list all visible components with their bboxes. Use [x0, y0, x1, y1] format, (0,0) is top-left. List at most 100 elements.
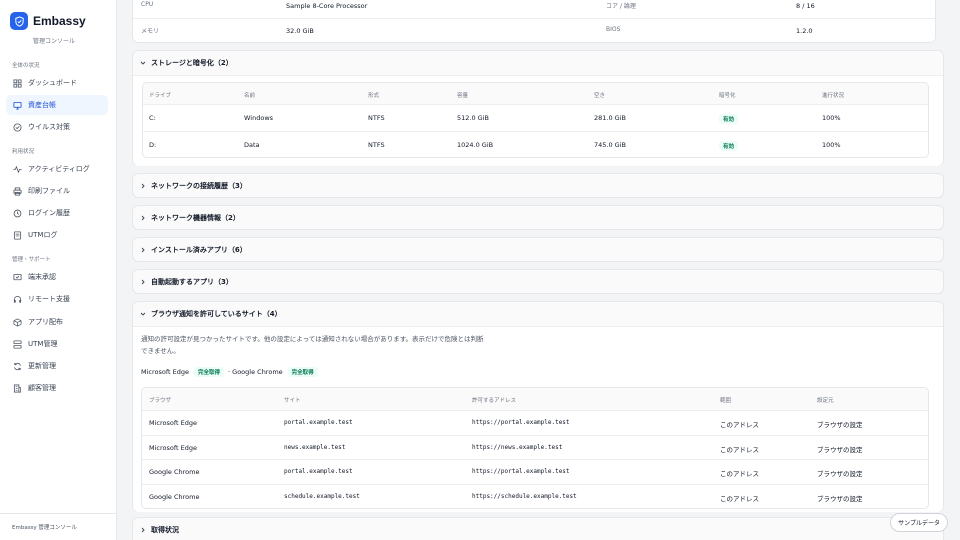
sidebar-item-label: 顧客管理: [28, 384, 56, 392]
sidebar-item-customer-management[interactable]: 顧客管理: [6, 378, 108, 398]
sidebar-item-update-management[interactable]: 更新管理: [6, 356, 108, 376]
sidebar-item-antivirus[interactable]: ウイルス対策: [6, 117, 108, 137]
network-history-header[interactable]: ネットワークの接続履歴（3）: [133, 174, 943, 198]
sidebar-item-dashboard[interactable]: ダッシュボード: [6, 73, 108, 93]
sidebar-item-app-distribution[interactable]: アプリ配布: [6, 312, 108, 332]
chevron-right-icon: [139, 278, 147, 286]
sidebar-item-label: ウイルス対策: [28, 123, 70, 131]
building-icon: [13, 383, 22, 393]
table-row[interactable]: Google Chrome schedule.example.test http…: [142, 485, 928, 508]
sidebar-item-login-history[interactable]: ログイン履歴: [6, 203, 108, 223]
startup-apps-header[interactable]: 自動起動するアプリ（3）: [133, 270, 943, 294]
network-devices-section[interactable]: ネットワーク機器情報（2）: [132, 205, 944, 230]
table-row[interactable]: Microsoft Edge portal.example.test https…: [142, 411, 928, 436]
chevron-down-icon: [139, 310, 147, 318]
startup-apps-section[interactable]: 自動起動するアプリ（3）: [132, 269, 944, 294]
address-cell: https://portal.example.test: [472, 468, 570, 475]
monitor-icon: [13, 101, 22, 110]
col-address: 許可するアドレス: [472, 398, 517, 404]
col-capacity: 容量: [457, 93, 469, 99]
browser-cell: Google Chrome: [149, 468, 200, 476]
storage-table: ドライブ 名前 形式 容量 空き 暗号化 進行状況 C: Windows NTF…: [142, 82, 929, 158]
network-devices-title: ネットワーク機器情報（2）: [151, 214, 240, 222]
scope-cell: このアドレス: [720, 470, 759, 478]
sidebar-item-label: 印刷ファイル: [28, 187, 70, 195]
notification-sites-table: ブラウザ サイト 許可するアドレス 範囲 設定元 Microsoft Edge …: [141, 387, 929, 509]
network-icon: [13, 339, 22, 349]
activity-icon: [13, 165, 22, 174]
sidebar-item-label: 端末承認: [28, 273, 56, 281]
chevron-right-icon: [139, 182, 147, 190]
file-icon: [13, 230, 22, 240]
sidebar-item-remote-support[interactable]: リモート支援: [6, 289, 108, 309]
cores-value: 8 / 16: [796, 2, 815, 10]
network-history-section[interactable]: ネットワークの接続履歴（3）: [132, 173, 944, 198]
table-row[interactable]: D: Data NTFS 1024.0 GiB 745.0 GiB 有効 100…: [143, 132, 928, 157]
sidebar-item-label: アプリ配布: [28, 318, 63, 326]
acquisition-header[interactable]: 取得状況: [133, 518, 943, 540]
table-row[interactable]: Microsoft Edge news.example.test https:/…: [142, 436, 928, 460]
system-row: メモリ 32.0 GiB BIOS 1.2.0: [133, 19, 935, 43]
cores-label: コア / 論理: [606, 3, 636, 10]
brand-subtitle: 管理コンソール: [33, 38, 76, 45]
site-cell: schedule.example.test: [284, 493, 360, 500]
cpu-value: Sample 8-Core Processor: [286, 2, 368, 10]
drive-cell: C:: [149, 114, 156, 122]
capacity-cell: 512.0 GiB: [457, 114, 489, 122]
installed-apps-header[interactable]: インストール済みアプリ（6）: [133, 238, 943, 262]
nav-section-overview: 全体の状況: [12, 63, 40, 69]
col-drive: ドライブ: [149, 93, 172, 99]
brand-name: Embassy: [33, 14, 86, 28]
source-cell: ブラウザの設定: [817, 421, 863, 429]
browser-cell: Microsoft Edge: [149, 444, 198, 452]
bios-label: BIOS: [606, 26, 621, 33]
installed-apps-title: インストール済みアプリ（6）: [151, 246, 247, 254]
col-free: 空き: [594, 93, 606, 99]
memory-value: 32.0 GiB: [286, 27, 314, 35]
encryption-status-badge: 有効: [719, 141, 739, 151]
col-scope: 範囲: [720, 398, 732, 404]
site-cell: news.example.test: [284, 444, 346, 451]
free-cell: 281.0 GiB: [594, 114, 626, 122]
network-devices-header[interactable]: ネットワーク機器情報（2）: [133, 206, 943, 230]
bios-value: 1.2.0: [796, 27, 813, 35]
table-row[interactable]: C: Windows NTFS 512.0 GiB 281.0 GiB 有効 1…: [143, 105, 928, 132]
shield-logo-icon: [10, 12, 28, 30]
sidebar-item-activity-log[interactable]: アクティビティログ: [6, 159, 108, 179]
storage-section-header[interactable]: ストレージと暗号化（2）: [133, 51, 943, 75]
col-encryption: 暗号化: [719, 93, 736, 99]
grid-icon: [13, 78, 22, 88]
col-source: 設定元: [817, 398, 834, 404]
col-name: 名前: [244, 93, 256, 99]
browser-notifications-header[interactable]: ブラウザ通知を許可しているサイト（4）: [133, 302, 943, 326]
network-history-title: ネットワークの接続履歴（3）: [151, 182, 247, 190]
scope-cell: このアドレス: [720, 495, 759, 503]
col-browser: ブラウザ: [149, 398, 172, 404]
sidebar: Embassy 管理コンソール 全体の状況 ダッシュボード 資産台帳 ウイルス対…: [0, 0, 117, 540]
shield-check-icon: [13, 122, 22, 132]
site-cell: portal.example.test: [284, 468, 353, 475]
sample-data-badge[interactable]: サンプルデータ: [890, 513, 948, 532]
installed-apps-section[interactable]: インストール済みアプリ（6）: [132, 237, 944, 262]
sidebar-item-label: ダッシュボード: [28, 79, 77, 87]
source-cell: ブラウザの設定: [817, 470, 863, 478]
startup-apps-title: 自動起動するアプリ（3）: [151, 278, 233, 286]
main-content: CPU Sample 8-Core Processor コア / 論理 8 / …: [117, 0, 960, 540]
chevron-right-icon: [139, 246, 147, 254]
sidebar-footer: Embassy 管理コンソール: [0, 513, 117, 540]
sidebar-item-device-approval[interactable]: 端末承認: [6, 267, 108, 287]
sidebar-item-utm-management[interactable]: UTM管理: [6, 334, 108, 354]
sidebar-item-label: ログイン履歴: [28, 209, 70, 217]
capacity-cell: 1024.0 GiB: [457, 141, 494, 149]
table-row[interactable]: Google Chrome portal.example.test https:…: [142, 460, 928, 485]
progress-cell: 100%: [822, 114, 841, 122]
scope-cell: このアドレス: [720, 421, 759, 429]
sidebar-item-print-files[interactable]: 印刷ファイル: [6, 181, 108, 201]
sidebar-item-utm-log[interactable]: UTMログ: [6, 225, 108, 245]
system-info-card: CPU Sample 8-Core Processor コア / 論理 8 / …: [132, 0, 936, 43]
brand[interactable]: Embassy: [10, 12, 86, 30]
col-progress: 進行状況: [822, 93, 845, 99]
browser-edge-label: Microsoft Edge: [141, 368, 190, 376]
sidebar-item-assets[interactable]: 資産台帳: [6, 95, 108, 115]
acquisition-section[interactable]: 取得状況: [132, 517, 944, 540]
